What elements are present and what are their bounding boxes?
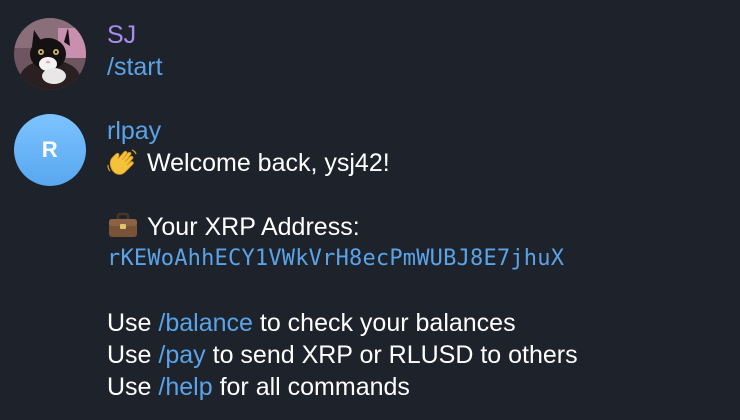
welcome-line: Welcome back, ysj42! <box>107 147 578 179</box>
command-line-pay: Use /pay to send XRP or RLUSD to others <box>107 339 578 371</box>
briefcase-icon <box>109 212 137 237</box>
command-prefix: Use <box>107 373 159 401</box>
welcome-text: Welcome back, ysj42! <box>147 149 390 177</box>
address-label-line: Your XRP Address: <box>107 211 578 243</box>
command-prefix: Use <box>107 341 159 369</box>
chat-view: SJ /start R rlpay Welcome back, ysj42! Y… <box>0 0 740 420</box>
bot-avatar-initial: R <box>41 137 59 162</box>
address-label: Your XRP Address: <box>147 213 360 241</box>
command-description: for all commands <box>212 373 410 401</box>
pay-command-link[interactable]: /pay <box>158 341 205 369</box>
command-line-balance: Use /balance to check your balances <box>107 307 578 339</box>
command-line-help: Use /help for all commands <box>107 371 578 403</box>
user-message: SJ /start <box>107 19 163 83</box>
cat-photo-icon <box>14 18 86 90</box>
user-sender-name[interactable]: SJ <box>107 19 163 51</box>
user-avatar[interactable] <box>14 18 86 90</box>
balance-command-link[interactable]: /balance <box>158 309 253 337</box>
command-prefix: Use <box>107 309 159 337</box>
waving-hand-icon <box>107 149 137 175</box>
command-description: to check your balances <box>252 309 516 337</box>
xrp-address-value[interactable]: rKEWoAhhECY1VWkVrH8ecPmWUBJ8E7jhuX <box>107 243 578 275</box>
start-command-link[interactable]: /start <box>107 51 163 83</box>
bot-message: rlpay Welcome back, ysj42! Your XRP Addr… <box>107 115 578 403</box>
command-description: to send XRP or RLUSD to others <box>205 341 578 369</box>
bot-avatar[interactable]: R <box>14 114 86 186</box>
bot-sender-name[interactable]: rlpay <box>107 115 578 147</box>
help-command-link[interactable]: /help <box>158 373 212 401</box>
